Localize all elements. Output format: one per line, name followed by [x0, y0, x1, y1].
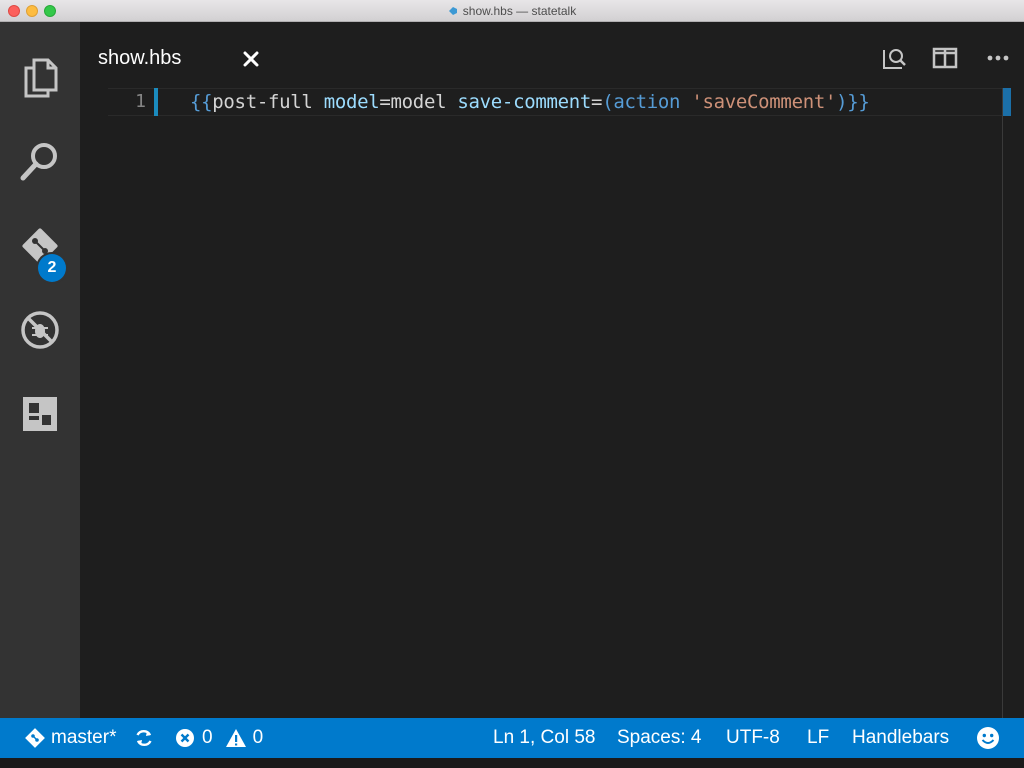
files-icon — [24, 58, 58, 98]
source-control-badge: 2 — [38, 254, 66, 282]
token-attr: save-comment — [457, 91, 592, 113]
token-equals: = — [379, 91, 391, 113]
branch-name: master* — [51, 727, 117, 748]
token-open-paren: ( — [602, 91, 614, 113]
tab-show-hbs[interactable]: show.hbs — [80, 30, 276, 88]
status-sync[interactable] — [133, 718, 155, 758]
overview-ruler-border — [1002, 88, 1003, 718]
status-line-ending[interactable]: LF — [807, 718, 829, 758]
preview-search-icon[interactable] — [880, 44, 908, 72]
sync-icon — [136, 729, 152, 747]
token-string: 'saveComment' — [691, 91, 837, 113]
tab-label: show.hbs — [98, 47, 182, 69]
error-count: 0 — [202, 727, 213, 748]
status-problems[interactable]: 0 0 — [174, 718, 263, 758]
window-title: show.hbs — statetalk — [0, 0, 1024, 22]
window-title-text: show.hbs — statetalk — [462, 4, 577, 18]
scrollbar-cursor-marker[interactable] — [1003, 88, 1011, 116]
token-equals: = — [591, 91, 603, 113]
split-editor-icon[interactable] — [931, 44, 959, 72]
error-icon — [176, 729, 194, 747]
search-icon — [20, 143, 57, 181]
line-number: 1 — [135, 91, 146, 112]
close-icon[interactable] — [241, 49, 261, 69]
warning-icon — [225, 729, 246, 747]
status-encoding[interactable]: UTF-8 — [726, 718, 780, 758]
activity-extensions[interactable] — [0, 374, 80, 454]
activity-search[interactable] — [0, 122, 80, 202]
status-indentation[interactable]: Spaces: 4 — [617, 718, 702, 758]
status-branch[interactable]: master* — [24, 718, 116, 758]
token-helper: action — [613, 91, 681, 113]
warning-count: 0 — [252, 727, 264, 748]
activity-bar: 2 — [0, 22, 80, 718]
activity-source-control[interactable]: 2 — [0, 206, 80, 286]
git-branch-icon — [25, 728, 45, 748]
token-attr: model — [323, 91, 380, 113]
activity-debug[interactable] — [0, 290, 80, 370]
status-language[interactable]: Handlebars — [852, 718, 949, 758]
debug-icon — [21, 311, 59, 349]
smiley-icon — [977, 727, 999, 749]
line-modified-indicator — [154, 88, 158, 116]
status-bar: master* 0 0 Ln 1, Col 58 Spaces: 4 UTF-8… — [0, 718, 1024, 758]
vscode-file-icon — [448, 7, 457, 15]
token-component: post-full — [212, 91, 313, 113]
extensions-icon — [23, 397, 57, 431]
status-feedback[interactable] — [976, 718, 1000, 758]
code-line[interactable]: {{post-full model=model save-comment=(ac… — [190, 88, 870, 116]
window-titlebar: show.hbs — statetalk — [0, 0, 1024, 22]
editor-tab-strip: show.hbs — [80, 22, 1024, 92]
window-bottom-edge — [0, 758, 1024, 768]
token-value: model — [390, 91, 447, 113]
activity-explorer[interactable] — [0, 38, 80, 118]
token-close-braces: }} — [847, 91, 870, 113]
token-close-paren: ) — [836, 91, 848, 113]
token-open-braces: {{ — [190, 91, 213, 113]
status-cursor-position[interactable]: Ln 1, Col 58 — [493, 718, 595, 758]
ellipsis-icon[interactable] — [984, 44, 1012, 72]
